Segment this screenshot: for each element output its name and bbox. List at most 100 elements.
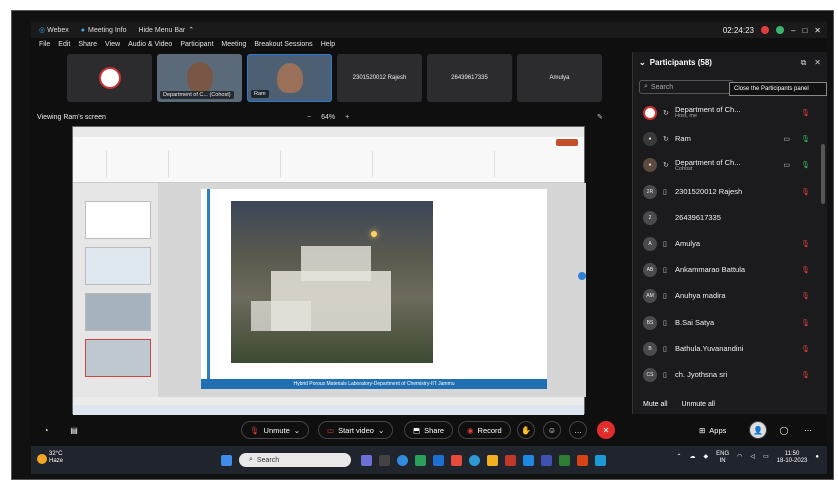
share-control-handle-icon[interactable] (578, 272, 586, 280)
reactions-icon[interactable]: ✋ (517, 421, 535, 439)
task-view-icon[interactable] (361, 455, 372, 466)
chat-icon[interactable]: ▤ (65, 421, 83, 439)
mic-muted-icon[interactable]: 🎙︎ (801, 109, 810, 117)
menu-file[interactable]: File (39, 41, 50, 48)
mute-all-button[interactable]: Mute all (643, 401, 668, 408)
menu-view[interactable]: View (105, 41, 120, 48)
share-status-icon: ↻ (663, 110, 669, 118)
thumbnail-phone[interactable]: 26439617335 (427, 54, 512, 102)
chrome-icon[interactable] (469, 455, 480, 466)
close-icon[interactable]: ✕ (814, 26, 821, 35)
zoom-in-button[interactable]: + (345, 114, 349, 121)
menu-help[interactable]: Help (321, 41, 335, 48)
hide-menu-bar-button[interactable]: Hide Menu Bar ⌃ (139, 26, 195, 35)
mic-muted-icon[interactable]: 🎙︎ (801, 319, 810, 327)
zoom-out-button[interactable]: − (307, 114, 311, 121)
webex-taskbar-icon[interactable] (595, 455, 606, 466)
taskbar-search-input[interactable]: ⌕ Search (239, 453, 351, 467)
mail-icon[interactable] (433, 455, 444, 466)
thumbnail-cohost-video[interactable]: Department of C... (Cohost) (157, 54, 242, 102)
tray-chevron-icon[interactable]: ⌃ (676, 454, 681, 461)
slide-footer-bar: Hybrid Porous Materials Laboratory-Depar… (201, 379, 547, 389)
notification-icon[interactable]: ● (815, 454, 819, 461)
excel-icon[interactable] (559, 455, 570, 466)
mic-muted-icon[interactable]: 🎙︎ (801, 188, 810, 196)
zoom-level[interactable]: 64% (321, 114, 335, 121)
shared-screen[interactable]: Hybrid Porous Materials Laboratory-Depar… (72, 126, 586, 415)
participant-row[interactable]: CS ▯ ch. Jyothsna sri 🎙︎ (633, 362, 818, 388)
participants-search-input[interactable]: ⌕ Search (639, 80, 734, 94)
participant-list-scrollbar[interactable] (821, 144, 825, 204)
tray-icon[interactable]: ☁ (689, 454, 695, 461)
maximize-icon[interactable]: □ (802, 26, 807, 35)
file-explorer-icon[interactable] (415, 455, 426, 466)
chat-bubble-icon[interactable]: ◯ (775, 421, 793, 439)
participant-row[interactable]: AM ▯ Anuhya madira 🎙︎ (633, 283, 818, 309)
thumbnail-host-logo[interactable] (67, 54, 152, 102)
participant-row[interactable]: AB ▯ Ankammarao Battula 🎙︎ (633, 257, 818, 283)
more-reactions-icon[interactable]: ☺ (543, 421, 561, 439)
participants-icon[interactable]: 👤 (749, 421, 767, 439)
menu-edit[interactable]: Edit (58, 41, 70, 48)
menu-participant[interactable]: Participant (180, 41, 213, 48)
mic-muted-icon[interactable]: 🎙︎ (801, 292, 810, 300)
volume-icon[interactable]: ◁ (750, 454, 755, 461)
app-icon[interactable] (541, 455, 552, 466)
thumbnail-rajesh[interactable]: 2301520012 Rajesh (337, 54, 422, 102)
participant-row[interactable]: 2 26439617335 (633, 205, 818, 231)
menu-breakout-sessions[interactable]: Breakout Sessions (254, 41, 312, 48)
mic-muted-icon[interactable]: 🎙︎ (801, 371, 810, 379)
unmute-button[interactable]: 🎙︎ Unmute ⌄ (241, 421, 310, 439)
participant-row[interactable]: ● ↻ Ram ▭ 🎙︎ (633, 126, 818, 152)
thumbnail-amulya[interactable]: Amulya (517, 54, 602, 102)
menu-meeting[interactable]: Meeting (221, 41, 246, 48)
share-button[interactable]: ⬒ Share (404, 421, 454, 439)
windows-start-icon[interactable] (221, 455, 232, 466)
folder-icon[interactable] (487, 455, 498, 466)
layout-icon[interactable]: ◔ (37, 421, 55, 439)
mic-active-icon[interactable]: 🎙︎ (801, 135, 810, 143)
powerpoint-icon[interactable] (577, 455, 588, 466)
participant-row[interactable]: BS ▯ B.Sai Satya 🎙︎ (633, 310, 818, 336)
battery-icon[interactable]: ▭ (763, 454, 769, 461)
wifi-icon[interactable]: ◠ (737, 454, 742, 461)
apps-button[interactable]: ⊞ Apps (691, 421, 734, 439)
participant-row[interactable]: 2R ▯ 2301520012 Rajesh 🎙︎ (633, 179, 818, 205)
language-indicator[interactable]: ENG IN (716, 451, 729, 464)
tray-icon[interactable]: ◆ (703, 454, 708, 461)
title-bar: ◎ Webex ● Meeting Info Hide Menu Bar ⌃ 02:2… (31, 22, 827, 38)
slides-pane (73, 183, 158, 397)
menu-audio-video[interactable]: Audio & Video (128, 41, 172, 48)
panel-close-icon[interactable]: ✕ (814, 58, 821, 68)
menu-share[interactable]: Share (78, 41, 97, 48)
unmute-all-button[interactable]: Unmute all (682, 401, 715, 408)
more-options-icon[interactable]: … (569, 421, 587, 439)
record-button[interactable]: ◉ Record (458, 421, 511, 439)
mic-muted-icon[interactable]: 🎙︎ (801, 345, 810, 353)
widgets-icon[interactable] (379, 455, 390, 466)
more-icon[interactable]: ⋯ (799, 421, 817, 439)
thumbnail-ram-video[interactable]: Ram (247, 54, 332, 102)
mic-muted-icon[interactable]: 🎙︎ (801, 266, 810, 274)
participant-row[interactable]: A ▯ Amulya 🎙︎ (633, 231, 818, 257)
participants-header[interactable]: ⌄ Participants (58) (639, 58, 712, 67)
participant-row[interactable]: B ▯ Bathula.Yuvanandini 🎙︎ (633, 336, 818, 362)
meeting-info-button[interactable]: ● Meeting Info (81, 27, 127, 34)
edge-icon[interactable] (397, 455, 408, 466)
weather-widget[interactable]: 32°C Haze (49, 451, 63, 464)
end-call-icon[interactable]: ✕ (597, 421, 615, 439)
annotate-icon[interactable]: ✎ (597, 113, 603, 121)
minimize-icon[interactable]: – (791, 26, 795, 35)
thumbnail-label: Ram (251, 90, 269, 98)
mic-active-icon[interactable]: 🎙︎ (801, 161, 810, 169)
close-panel-tooltip: Close the Participants panel (729, 82, 827, 96)
app-icon[interactable] (451, 455, 462, 466)
participant-row[interactable]: ↻ Department of Ch... Host, me 🎙︎ (633, 100, 818, 126)
start-video-button[interactable]: ▭ Start video ⌄ (318, 421, 394, 439)
app-icon[interactable] (505, 455, 516, 466)
clock[interactable]: 11:50 18-10-2023 (777, 451, 808, 464)
word-icon[interactable] (523, 455, 534, 466)
participant-row[interactable]: ● ↻ Department of Ch... Cohost ▭ 🎙︎ (633, 152, 818, 178)
mic-muted-icon[interactable]: 🎙︎ (801, 240, 810, 248)
popout-icon[interactable]: ⧉ (801, 58, 807, 68)
